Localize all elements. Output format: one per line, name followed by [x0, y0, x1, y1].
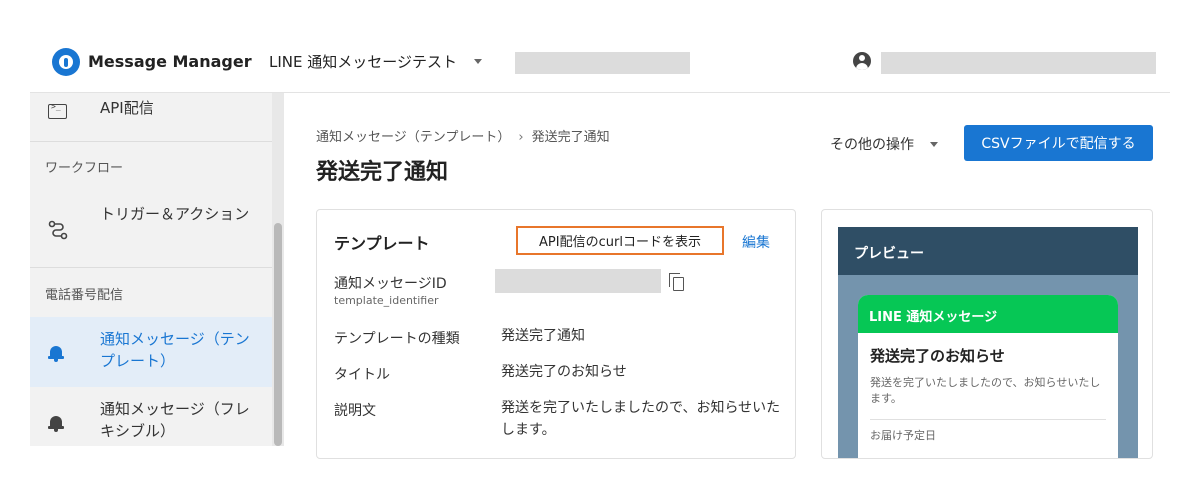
card-title: テンプレート	[334, 234, 430, 253]
message-bubble: LINE 通知メッセージ 発送完了のお知らせ 発送を完了いたしましたので、お知ら…	[858, 295, 1118, 458]
redacted-account-info	[881, 52, 1156, 74]
bubble-header: LINE 通知メッセージ	[858, 295, 1118, 333]
bubble-title: 発送完了のお知らせ	[870, 347, 1005, 365]
field-sublabel-id: template_identifier	[334, 294, 439, 307]
field-label-type: テンプレートの種類	[334, 331, 460, 347]
account-icon[interactable]	[853, 52, 871, 70]
breadcrumb-current: 発送完了通知	[531, 130, 610, 145]
bubble-divider	[870, 419, 1106, 420]
brand-name: Message Manager	[88, 52, 252, 71]
template-card: テンプレート API配信のcurlコードを表示 編集 通知メッセージID tem…	[316, 209, 796, 459]
sidebar-item-trigger-action[interactable]: トリガー＆アクション	[30, 193, 272, 267]
project-selector[interactable]: LINE 通知メッセージテスト	[269, 51, 457, 72]
bell-icon	[48, 344, 64, 362]
bubble-date-label: お届け予定日	[870, 429, 936, 442]
lock-logo-icon	[52, 48, 80, 76]
bell-icon	[48, 414, 64, 432]
workflow-icon	[48, 220, 68, 240]
sidebar-item-label: トリガー＆アクション	[100, 205, 250, 223]
preview-header: プレビュー	[838, 227, 1138, 275]
field-value-title: 発送完了のお知らせ	[501, 364, 627, 380]
chevron-down-icon[interactable]	[474, 59, 482, 64]
bubble-body: 発送を完了いたしましたので、お知らせいたします。	[870, 376, 1101, 405]
redacted-template-id	[495, 269, 661, 293]
edit-link[interactable]: 編集	[742, 232, 770, 252]
page-title: 発送完了通知	[316, 160, 449, 185]
redacted-project-info	[515, 52, 690, 74]
copy-icon[interactable]	[669, 273, 685, 291]
breadcrumb: 通知メッセージ（テンプレート） › 発送完了通知	[316, 126, 610, 145]
field-label-title: タイトル	[334, 367, 390, 383]
preview-card: プレビュー LINE 通知メッセージ 発送完了のお知らせ 発送を完了いたしました…	[821, 209, 1153, 459]
sidebar-section-workflow: ワークフロー	[45, 161, 124, 176]
csv-delivery-button[interactable]: CSVファイルで配信する	[964, 125, 1153, 161]
sidebar-divider	[30, 141, 272, 142]
sidebar-item-label: API配信	[100, 99, 154, 117]
field-label-description: 説明文	[334, 403, 376, 419]
sidebar-section-phone: 電話番号配信	[45, 288, 124, 303]
breadcrumb-parent-link[interactable]: 通知メッセージ（テンプレート）	[316, 130, 510, 145]
field-label-id: 通知メッセージID	[334, 276, 447, 292]
breadcrumb-separator: ›	[518, 130, 524, 145]
app-header: Message Manager LINE 通知メッセージテスト	[30, 38, 1170, 93]
scrollbar-thumb[interactable]	[274, 223, 282, 446]
sidebar-item-label: 通知メッセージ（フレキシブル）	[100, 400, 250, 440]
sidebar-scrollbar[interactable]	[272, 93, 284, 446]
sidebar-divider	[30, 267, 272, 268]
sidebar-item-notification-flexible[interactable]: 通知メッセージ（フレキシブル）	[30, 387, 272, 446]
sidebar: API配信 ワークフロー トリガー＆アクション 電話番号配信 通知メッセージ（テ…	[30, 93, 272, 446]
chevron-down-icon[interactable]	[930, 142, 938, 147]
preview-area: プレビュー LINE 通知メッセージ 発送完了のお知らせ 発送を完了いたしました…	[838, 227, 1138, 458]
terminal-icon	[48, 102, 67, 119]
show-curl-button[interactable]: API配信のcurlコードを表示	[516, 226, 724, 255]
field-value-type: 発送完了通知	[501, 328, 585, 344]
sidebar-item-notification-template[interactable]: 通知メッセージ（テンプレート）	[30, 317, 272, 387]
sidebar-item-api-delivery[interactable]: API配信	[30, 93, 272, 141]
sidebar-item-label: 通知メッセージ（テンプレート）	[100, 330, 250, 370]
field-value-description: 発送を完了いたしましたので、お知らせいたします。	[501, 400, 781, 438]
more-operations-menu[interactable]: その他の操作	[830, 134, 914, 154]
